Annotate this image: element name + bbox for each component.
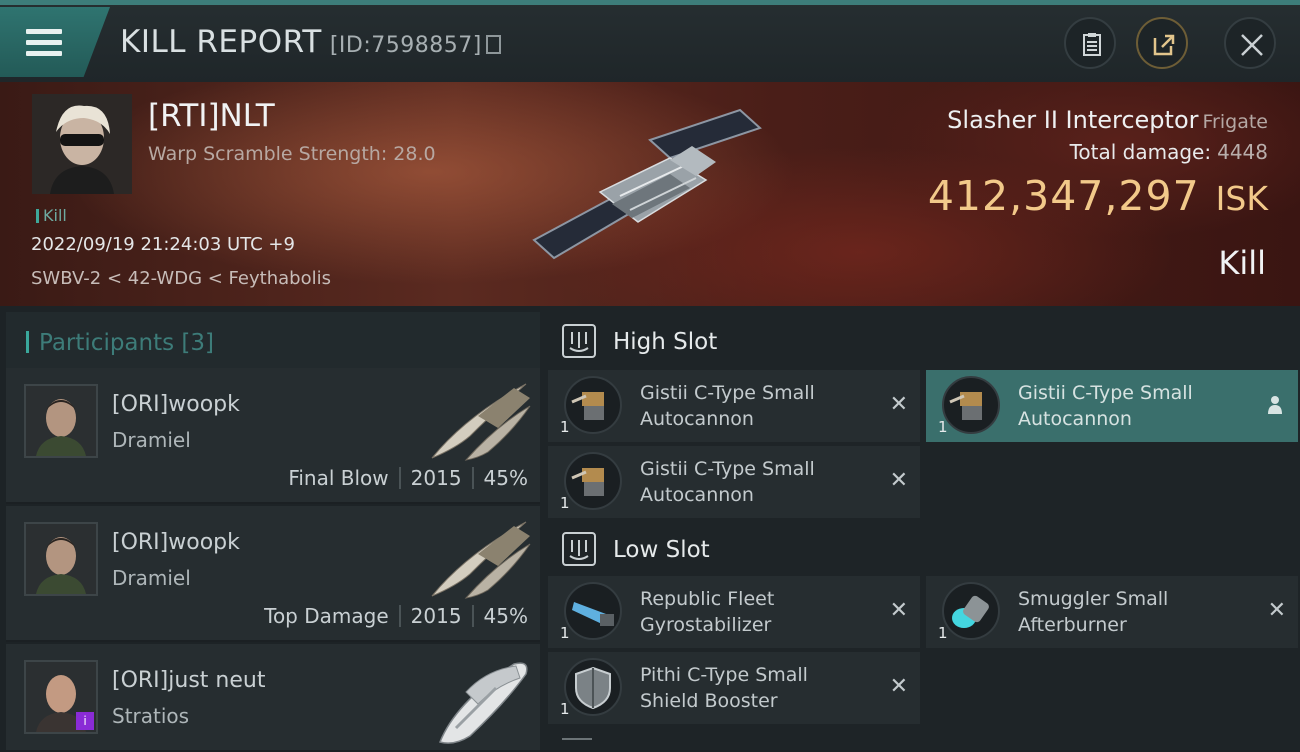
high-slot-icon — [562, 324, 596, 358]
participant-row[interactable]: [ORI]woopk Dramiel Top Damage 2015 45% — [6, 506, 540, 642]
module-card[interactable]: 1 Pithi C-Type Small Shield Booster ✕ — [548, 652, 920, 724]
clipboard-button[interactable] — [1064, 17, 1116, 69]
victim-summary: [RTI]NLT Warp Scramble Strength: 28.0 Ki… — [0, 82, 1300, 306]
kill-tag: Kill — [36, 206, 67, 225]
victim-portrait — [32, 94, 132, 194]
total-damage-label: Total damage: — [1069, 140, 1212, 164]
module-card[interactable]: 1 Gistii C-Type Small Autocannon ✕ — [548, 446, 920, 518]
pilot-icon — [1268, 396, 1282, 414]
participant-damage: 2015 — [410, 466, 462, 490]
module-quantity: 1 — [560, 494, 570, 512]
avatar — [24, 522, 98, 596]
avatar: i — [24, 660, 98, 734]
participant-role: Final Blow — [288, 466, 389, 490]
low-slot-header: Low Slot — [548, 520, 1300, 580]
participant-stats: Final Blow 2015 45% — [288, 466, 528, 490]
module-quantity: 1 — [560, 418, 570, 436]
high-slot-header: High Slot — [548, 312, 1300, 372]
module-quantity: 1 — [938, 624, 948, 642]
fitting-panel: High Slot 1 Gistii C-Type Small Autocanno… — [540, 306, 1300, 750]
destroyed-mark-icon: ✕ — [889, 468, 908, 493]
autocannon-icon — [564, 376, 622, 434]
menu-button[interactable] — [0, 7, 110, 77]
module-card[interactable]: 1 Smuggler Small Afterburner ✕ — [926, 576, 1298, 648]
report-id: [ID:7598857] — [329, 33, 482, 58]
menu-icon — [26, 29, 62, 34]
module-name: Gistii C-Type Small Autocannon — [640, 382, 815, 430]
isk-amount: 412,347,297 — [927, 172, 1200, 220]
module-name: Gistii C-Type Small Autocannon — [1018, 382, 1193, 430]
kill-location[interactable]: SWBV-2 < 42-WDG < Feythabolis — [31, 268, 331, 289]
participant-ship: Stratios — [112, 704, 190, 728]
ship-class: Frigate — [1202, 111, 1268, 133]
close-button[interactable] — [1224, 17, 1276, 69]
participant-percent: 45% — [483, 604, 528, 628]
destroyed-mark-icon: ✕ — [889, 598, 908, 623]
participants-header: Participants [3] — [6, 312, 540, 374]
close-icon — [1241, 34, 1263, 56]
info-badge: i — [76, 712, 94, 730]
total-damage: Total damage: 4448 — [1070, 140, 1268, 164]
title-text: KILL REPORT — [120, 24, 322, 60]
victim-name: [RTI]NLT — [148, 98, 275, 134]
menu-icon — [26, 51, 62, 56]
top-bar: KILL REPORT [ID:7598857] — [0, 0, 1300, 82]
isk-value: 412,347,297 ISK — [928, 172, 1268, 220]
participant-ship-image — [438, 662, 528, 744]
module-name: Smuggler Small Afterburner — [1018, 588, 1169, 636]
module-quantity: 1 — [938, 418, 948, 436]
share-button[interactable] — [1136, 17, 1188, 69]
destroyed-mark-icon: ✕ — [889, 674, 908, 699]
participant-percent: 45% — [483, 466, 528, 490]
page-title: KILL REPORT [ID:7598857] — [120, 24, 501, 60]
participants-label: Participants [3] — [26, 330, 214, 356]
menu-icon — [26, 40, 62, 45]
module-quantity: 1 — [560, 700, 570, 718]
gyrostabilizer-icon — [564, 582, 622, 640]
high-slot-label: High Slot — [613, 329, 718, 355]
autocannon-icon — [942, 376, 1000, 434]
shield-booster-icon — [564, 658, 622, 716]
module-card[interactable]: 1 Gistii C-Type Small Autocannon ✕ — [548, 370, 920, 442]
participant-ship: Dramiel — [112, 428, 191, 452]
avatar — [24, 384, 98, 458]
module-name: Republic Fleet Gyrostabilizer — [640, 588, 775, 636]
participant-ship-image — [431, 383, 531, 461]
ship-name-text: Slasher II Interceptor — [947, 106, 1199, 134]
participant-damage: 2015 — [410, 604, 462, 628]
participant-ship: Dramiel — [112, 566, 191, 590]
low-slot-icon — [562, 532, 596, 566]
ship-render — [532, 108, 762, 260]
participant-row[interactable]: i [ORI]just neut Stratios — [6, 644, 540, 750]
participant-name: [ORI]woopk — [112, 530, 240, 555]
share-icon — [1153, 34, 1175, 56]
warp-scramble-strength: Warp Scramble Strength: 28.0 — [148, 143, 436, 165]
total-damage-value: 4448 — [1217, 140, 1268, 164]
participants-panel: Participants [3] [ORI]woopk Dramiel Fina… — [0, 306, 540, 750]
participant-stats: Top Damage 2015 45% — [264, 604, 528, 628]
autocannon-icon — [564, 452, 622, 510]
module-card[interactable]: 1 Gistii C-Type Small Autocannon — [926, 370, 1298, 442]
module-name: Gistii C-Type Small Autocannon — [640, 458, 815, 506]
destroyed-mark-icon: ✕ — [1267, 598, 1286, 623]
result-label: Kill — [1218, 244, 1266, 282]
module-quantity: 1 — [560, 624, 570, 642]
victim-ship[interactable]: Slasher II Interceptor Frigate — [947, 106, 1268, 134]
module-card[interactable]: 1 Republic Fleet Gyrostabilizer ✕ — [548, 576, 920, 648]
participant-ship-image — [431, 521, 531, 599]
low-slot-label: Low Slot — [613, 537, 710, 563]
isk-currency: ISK — [1215, 179, 1268, 218]
participant-role: Top Damage — [264, 604, 389, 628]
destroyed-mark-icon: ✕ — [889, 392, 908, 417]
participant-name: [ORI]woopk — [112, 392, 240, 417]
copy-icon[interactable] — [485, 35, 501, 54]
clipboard-icon — [1083, 33, 1101, 56]
participant-name: [ORI]just neut — [112, 668, 266, 693]
kill-datetime: 2022/09/19 21:24:03 UTC +9 — [31, 234, 295, 255]
afterburner-icon — [942, 582, 1000, 640]
participant-row[interactable]: [ORI]woopk Dramiel Final Blow 2015 45% — [6, 368, 540, 504]
module-name: Pithi C-Type Small Shield Booster — [640, 664, 808, 712]
